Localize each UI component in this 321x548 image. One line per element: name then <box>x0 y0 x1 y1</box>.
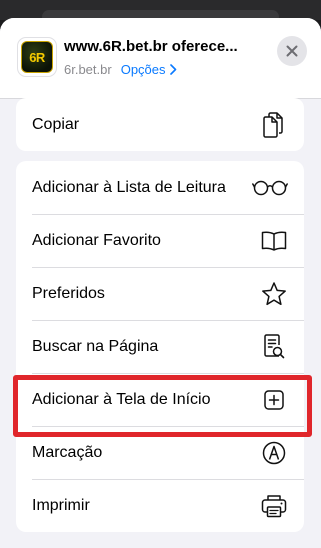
action-label: Buscar na Página <box>32 337 159 355</box>
action-copy[interactable]: Copiar <box>16 98 304 151</box>
copy-icon <box>260 111 288 139</box>
site-domain: 6r.bet.br <box>64 62 112 77</box>
action-label: Adicionar Favorito <box>32 231 161 249</box>
action-label: Adicionar à Lista de Leitura <box>32 178 226 196</box>
action-find-on-page[interactable]: Buscar na Página <box>16 320 304 373</box>
site-icon: 6R <box>17 37 57 77</box>
close-button[interactable] <box>277 36 307 66</box>
share-sheet-header: 6R www.6R.bet.br oferece... 6r.bet.br Op… <box>0 18 321 99</box>
action-add-bookmark[interactable]: Adicionar Favorito <box>16 214 304 267</box>
action-label: Copiar <box>32 115 80 133</box>
book-icon <box>260 227 288 255</box>
background-page <box>0 0 321 24</box>
site-logo: 6R <box>21 41 53 73</box>
chevron-right-icon <box>169 64 176 75</box>
close-icon <box>286 45 298 57</box>
site-subtitle: 6r.bet.br Opções <box>64 62 177 77</box>
page-title: www.6R.bet.br oferece... <box>64 38 238 55</box>
copy-group: Copiar <box>16 98 304 151</box>
action-label: Preferidos <box>32 284 105 302</box>
action-label: Imprimir <box>32 496 90 514</box>
highlight-box <box>13 375 312 437</box>
action-add-to-reading-list[interactable]: Adicionar à Lista de Leitura <box>16 161 304 214</box>
glasses-icon <box>252 174 288 202</box>
site-logo-text: 6R <box>29 49 45 65</box>
actions-group: Adicionar à Lista de Leitura Adicionar F… <box>16 161 304 532</box>
options-link[interactable]: Opções <box>121 62 177 77</box>
find-in-page-icon <box>260 333 288 361</box>
star-icon <box>260 280 288 308</box>
options-label: Opções <box>120 62 166 77</box>
print-icon <box>260 492 288 520</box>
action-favorites[interactable]: Preferidos <box>16 267 304 320</box>
share-sheet: 6R www.6R.bet.br oferece... 6r.bet.br Op… <box>0 18 321 548</box>
markup-icon <box>260 439 288 467</box>
action-print[interactable]: Imprimir <box>16 479 304 532</box>
action-label: Marcação <box>32 443 103 461</box>
